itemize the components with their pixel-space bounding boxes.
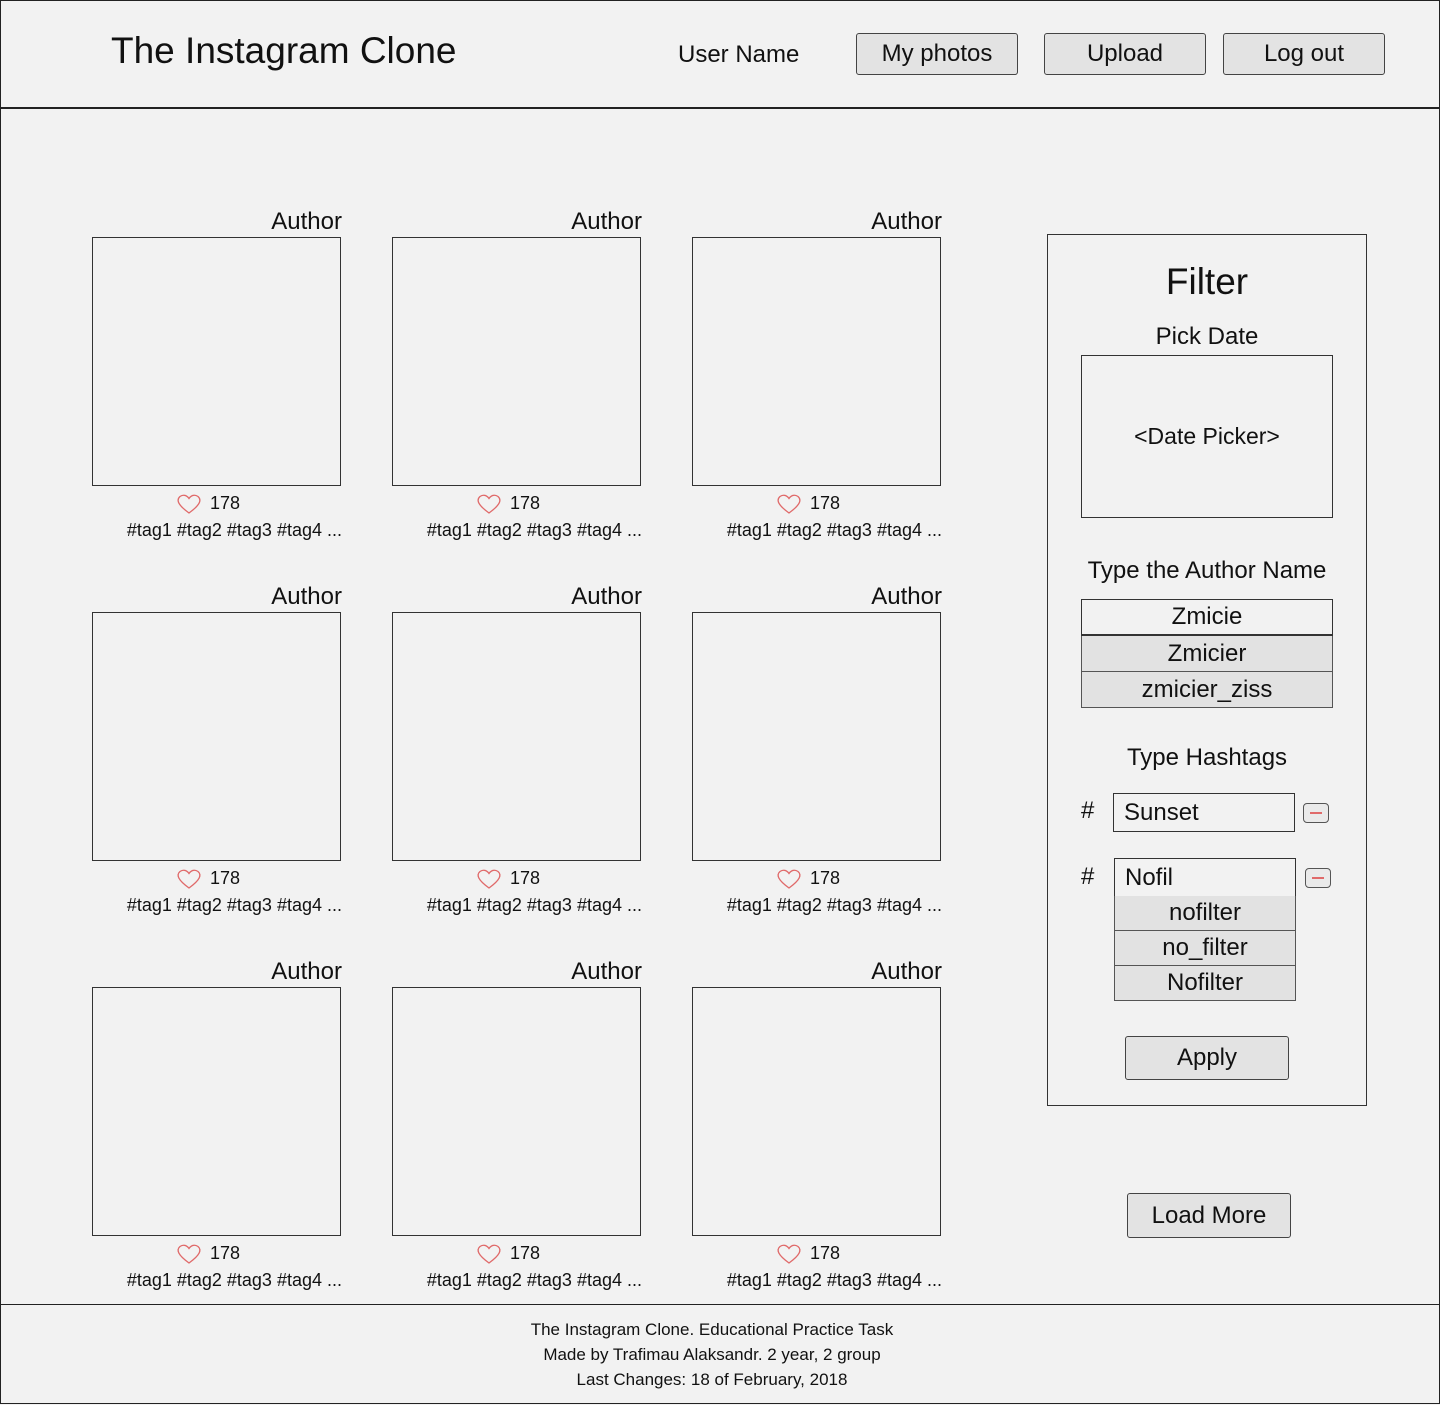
photo-tags[interactable]: #tag1 #tag2 #tag3 #tag4 ... <box>427 1270 642 1291</box>
likes: 178 <box>776 493 840 514</box>
hashtag-input[interactable]: Sunset <box>1113 793 1295 832</box>
like-count: 178 <box>510 868 541 888</box>
hashtags-label: Type Hashtags <box>1126 744 1288 771</box>
heart-icon[interactable] <box>176 1244 202 1264</box>
photo-author[interactable]: Author <box>271 208 342 236</box>
photo-tags[interactable]: #tag1 #tag2 #tag3 #tag4 ... <box>727 520 942 541</box>
photo-author[interactable]: Author <box>571 583 642 611</box>
hashtag-autocomplete: nofilter no_filter Nofilter <box>1114 896 1296 1001</box>
date-picker[interactable]: <Date Picker> <box>1081 355 1333 518</box>
hashtag-input[interactable]: Nofil <box>1114 858 1296 897</box>
photo[interactable] <box>92 612 341 861</box>
photo[interactable] <box>392 987 641 1236</box>
footer: The Instagram Clone. Educational Practic… <box>0 1304 1440 1405</box>
photo[interactable] <box>692 987 941 1236</box>
photo-author[interactable]: Author <box>271 583 342 611</box>
hashtag-suggestion[interactable]: no_filter <box>1114 931 1296 966</box>
remove-hashtag-button[interactable] <box>1305 868 1331 888</box>
photo[interactable] <box>92 987 341 1236</box>
photo[interactable] <box>392 237 641 486</box>
hash-symbol: # <box>1081 797 1095 824</box>
filter-title: Filter <box>1165 261 1249 302</box>
date-label: Pick Date <box>1155 323 1259 350</box>
photo[interactable] <box>392 612 641 861</box>
apply-button[interactable]: Apply <box>1125 1036 1289 1080</box>
like-count: 178 <box>210 1243 241 1263</box>
like-count: 178 <box>510 1243 541 1263</box>
heart-icon[interactable] <box>476 869 502 889</box>
hash-symbol: # <box>1081 863 1095 890</box>
photo-tags[interactable]: #tag1 #tag2 #tag3 #tag4 ... <box>127 1270 342 1291</box>
likes: 178 <box>476 493 540 514</box>
likes: 178 <box>176 1243 240 1264</box>
photo-author[interactable]: Author <box>571 208 642 236</box>
photo-author[interactable]: Author <box>871 958 942 986</box>
photo-tags[interactable]: #tag1 #tag2 #tag3 #tag4 ... <box>427 520 642 541</box>
my-photos-button[interactable]: My photos <box>856 33 1018 75</box>
heart-icon[interactable] <box>176 494 202 514</box>
footer-line: Made by Trafimau Alaksandr. 2 year, 2 gr… <box>543 1345 881 1364</box>
minus-icon <box>1310 812 1322 814</box>
heart-icon[interactable] <box>776 494 802 514</box>
upload-button[interactable]: Upload <box>1044 33 1206 75</box>
photo[interactable] <box>692 612 941 861</box>
likes: 178 <box>176 493 240 514</box>
likes: 178 <box>776 868 840 889</box>
footer-line: Last Changes: 18 of February, 2018 <box>576 1370 848 1389</box>
author-suggestion[interactable]: Zmicier <box>1081 636 1333 672</box>
load-more-button[interactable]: Load More <box>1127 1193 1291 1238</box>
hashtag-suggestion[interactable]: nofilter <box>1114 896 1296 931</box>
photo-tags[interactable]: #tag1 #tag2 #tag3 #tag4 ... <box>427 895 642 916</box>
heart-icon[interactable] <box>476 1244 502 1264</box>
like-count: 178 <box>510 493 541 513</box>
logout-button[interactable]: Log out <box>1223 33 1385 75</box>
author-name-input[interactable]: Zmicie <box>1081 599 1333 636</box>
heart-icon[interactable] <box>776 1244 802 1264</box>
photo[interactable] <box>92 237 341 486</box>
heart-icon[interactable] <box>176 869 202 889</box>
likes: 178 <box>476 868 540 889</box>
photo-tags[interactable]: #tag1 #tag2 #tag3 #tag4 ... <box>727 895 942 916</box>
photo-author[interactable]: Author <box>571 958 642 986</box>
photo-tags[interactable]: #tag1 #tag2 #tag3 #tag4 ... <box>727 1270 942 1291</box>
photo-author[interactable]: Author <box>871 583 942 611</box>
heart-icon[interactable] <box>476 494 502 514</box>
like-count: 178 <box>210 868 241 888</box>
likes: 178 <box>176 868 240 889</box>
author-suggestion[interactable]: zmicier_ziss <box>1081 672 1333 708</box>
like-count: 178 <box>810 1243 841 1263</box>
user-name[interactable]: User Name <box>678 41 799 69</box>
photo-tags[interactable]: #tag1 #tag2 #tag3 #tag4 ... <box>127 895 342 916</box>
filter-panel: Filter Pick Date <Date Picker> Type the … <box>1047 234 1367 1106</box>
photo-author[interactable]: Author <box>271 958 342 986</box>
likes: 178 <box>776 1243 840 1264</box>
like-count: 178 <box>210 493 241 513</box>
remove-hashtag-button[interactable] <box>1303 803 1329 823</box>
hashtag-suggestion[interactable]: Nofilter <box>1114 966 1296 1001</box>
heart-icon[interactable] <box>776 869 802 889</box>
app-title: The Instagram Clone <box>111 30 457 71</box>
likes: 178 <box>476 1243 540 1264</box>
author-autocomplete: Zmicie Zmicier zmicier_ziss <box>1081 599 1333 708</box>
author-label: Type the Author Name <box>1087 557 1327 584</box>
minus-icon <box>1312 877 1324 879</box>
like-count: 178 <box>810 868 841 888</box>
header: The Instagram Clone User Name My photos … <box>0 0 1440 109</box>
photo-author[interactable]: Author <box>871 208 942 236</box>
like-count: 178 <box>810 493 841 513</box>
photo[interactable] <box>692 237 941 486</box>
footer-line: The Instagram Clone. Educational Practic… <box>530 1320 894 1339</box>
photo-tags[interactable]: #tag1 #tag2 #tag3 #tag4 ... <box>127 520 342 541</box>
